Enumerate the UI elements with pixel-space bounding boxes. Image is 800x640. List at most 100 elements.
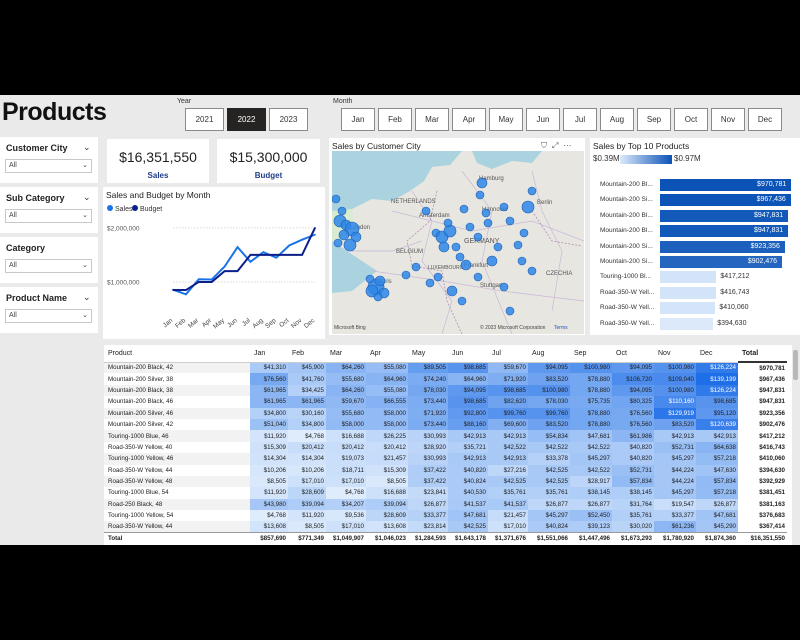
more-icon[interactable]: ⋯ [563, 141, 571, 151]
customer-city-dropdown[interactable]: All ⌄ [5, 159, 92, 173]
table-row[interactable]: Road-350-W Yellow, 44 $10,206 $10,206 $18,7… [104, 464, 787, 476]
city-bubble[interactable] [451, 242, 461, 252]
city-bubble[interactable] [521, 200, 535, 214]
column-header[interactable]: Total [738, 345, 787, 363]
column-header[interactable]: Mar [326, 345, 366, 363]
table-row[interactable]: Mountain-200 Silver, 46 $34,800 $30,160 $55… [104, 407, 787, 419]
column-header[interactable]: Oct [612, 345, 654, 363]
table-row[interactable]: Touring-1000 Yellow, 46 $14,304 $14,304 $19… [104, 453, 787, 465]
city-bubble[interactable] [473, 232, 483, 242]
table-row[interactable]: Mountain-200 Silver, 38 $76,560 $41,760 $55… [104, 373, 787, 385]
top10-bar[interactable] [660, 302, 716, 315]
month-option-apr[interactable]: Apr [452, 108, 486, 131]
column-header[interactable]: Nov [654, 345, 696, 363]
city-bubble[interactable] [332, 194, 341, 204]
city-bubble[interactable] [527, 266, 537, 276]
table-row[interactable]: Mountain-200 Silver, 42 $51,040 $34,800 $58… [104, 418, 787, 431]
city-bubble[interactable] [459, 204, 469, 214]
table-row[interactable]: Touring-1000 Blue, 46 $11,920 $4,768 $16,68… [104, 430, 787, 442]
sub-category-dropdown[interactable]: All ⌄ [5, 209, 92, 223]
month-option-may[interactable]: May [489, 108, 523, 131]
table-row[interactable]: Touring-1000 Yellow, 54 $4,768 $11,920 $9,5… [104, 510, 787, 522]
city-bubble[interactable] [338, 229, 350, 241]
column-header[interactable]: Dec [696, 345, 738, 363]
product-name-dropdown[interactable]: All ⌄ [5, 309, 92, 323]
city-bubble[interactable] [374, 275, 386, 287]
city-bubble[interactable] [365, 274, 375, 284]
table-row[interactable]: Touring-1000 Blue, 54 $11,920 $28,609 $4,76… [104, 487, 787, 499]
city-bubble[interactable] [443, 218, 453, 228]
month-option-jan[interactable]: Jan [341, 108, 375, 131]
city-bubble[interactable] [483, 218, 493, 228]
city-bubble[interactable] [475, 190, 485, 200]
city-bubble[interactable] [425, 278, 435, 288]
month-option-jul[interactable]: Jul [563, 108, 597, 131]
table-row[interactable]: Road-350-W Yellow, 44 $13,608 $8,505 $17,01… [104, 521, 787, 533]
column-header-product[interactable]: Product [104, 345, 250, 363]
focus-icon[interactable]: ⤢ [552, 141, 558, 151]
city-bubble[interactable] [465, 222, 475, 232]
city-bubble[interactable] [446, 285, 458, 297]
column-header[interactable]: Jul [488, 345, 528, 363]
city-bubble[interactable] [460, 259, 472, 271]
city-bubble[interactable] [337, 206, 347, 216]
column-header[interactable]: Apr [366, 345, 408, 363]
city-bubble[interactable] [411, 262, 421, 272]
table-row[interactable]: Mountain-200 Black, 46 $61,965 $61,965 $59,… [104, 396, 787, 408]
map-canvas[interactable]: NETHERLANDS Amsterdam Hamburg Berlin Han… [332, 151, 584, 334]
month-option-sep[interactable]: Sep [637, 108, 671, 131]
table-row[interactable]: Mountain-200 Black, 38 $61,965 $34,425 $64,… [104, 384, 787, 397]
city-bubble[interactable] [505, 216, 515, 226]
column-header[interactable]: Aug [528, 345, 570, 363]
month-option-aug[interactable]: Aug [600, 108, 634, 131]
top10-bar[interactable] [660, 317, 714, 330]
table-row[interactable]: Road-350-W Yellow, 48 $8,505 $17,010 $17,01… [104, 475, 787, 488]
column-header[interactable]: Jan [250, 345, 288, 363]
filter-icon[interactable]: ⛉ [541, 141, 547, 151]
city-bubble[interactable] [421, 206, 431, 216]
city-bubble[interactable] [438, 241, 450, 253]
city-bubble[interactable] [481, 208, 491, 218]
column-header[interactable]: Sep [570, 345, 612, 363]
city-bubble[interactable] [486, 255, 498, 267]
month-option-oct[interactable]: Oct [674, 108, 708, 131]
month-option-feb[interactable]: Feb [378, 108, 412, 131]
city-bubble[interactable] [493, 242, 503, 252]
table-row[interactable]: Road-250 Black, 48 $43,980 $39,094 $34,207 $… [104, 498, 787, 511]
city-bubble[interactable] [433, 272, 443, 282]
city-bubble[interactable] [519, 228, 529, 238]
month-option-jun[interactable]: Jun [526, 108, 560, 131]
city-bubble[interactable] [499, 202, 509, 212]
city-bubble[interactable] [505, 306, 515, 316]
city-bubble[interactable] [401, 270, 411, 280]
chevron-down-icon[interactable]: ⌄ [83, 142, 91, 153]
city-bubble[interactable] [455, 252, 465, 262]
city-bubble[interactable] [517, 256, 527, 266]
table-row[interactable]: Road-350-W Yellow, 40 $15,309 $20,412 $20,4… [104, 441, 787, 454]
city-bubble[interactable] [373, 292, 383, 302]
category-dropdown[interactable]: All ⌄ [5, 259, 92, 273]
column-header[interactable]: Feb [288, 345, 326, 363]
year-option-2022[interactable]: 2022 [227, 108, 266, 131]
month-option-dec[interactable]: Dec [748, 108, 782, 131]
chevron-down-icon[interactable]: ⌄ [83, 192, 91, 203]
city-bubble[interactable] [343, 238, 357, 252]
month-option-nov[interactable]: Nov [711, 108, 745, 131]
city-bubble[interactable] [527, 186, 537, 196]
city-bubble[interactable] [513, 240, 523, 250]
matrix-scrollbar[interactable] [793, 350, 798, 380]
table-row[interactable]: Mountain-200 Black, 42 $41,310 $45,900 $64,… [104, 362, 787, 374]
year-option-2021[interactable]: 2021 [185, 108, 224, 131]
city-bubble[interactable] [457, 296, 467, 306]
city-bubble[interactable] [333, 238, 343, 248]
city-bubble[interactable] [476, 177, 488, 189]
top10-bar[interactable] [660, 271, 717, 284]
top10-bar[interactable] [660, 286, 717, 299]
chevron-down-icon[interactable]: ⌄ [83, 292, 91, 303]
map-terms-link[interactable]: Terms [554, 325, 568, 331]
city-bubble[interactable] [473, 272, 483, 282]
year-option-2023[interactable]: 2023 [269, 108, 308, 131]
month-option-mar[interactable]: Mar [415, 108, 449, 131]
column-header[interactable]: Jun [448, 345, 488, 363]
city-bubble[interactable] [499, 282, 509, 292]
